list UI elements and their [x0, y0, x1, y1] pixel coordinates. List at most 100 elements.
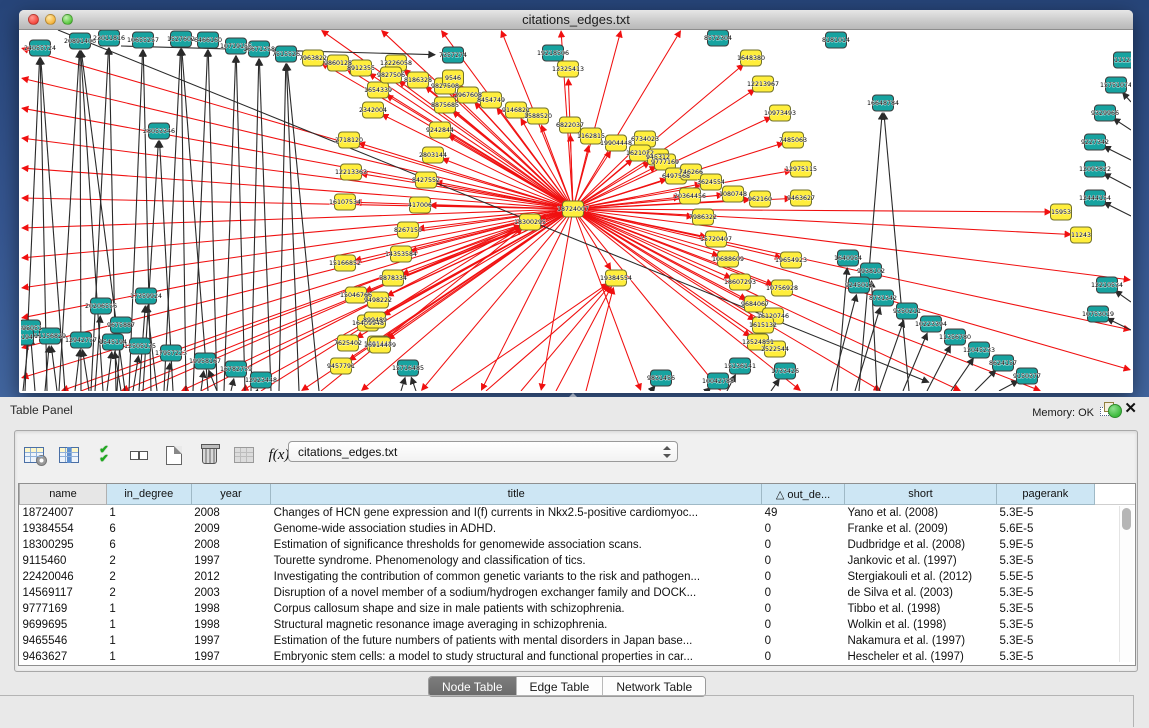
table-type-tabs[interactable]: Node TableEdge TableNetwork Table — [428, 676, 706, 697]
svg-text:12093822: 12093822 — [1079, 166, 1111, 173]
svg-text:8731342: 8731342 — [869, 295, 897, 302]
svg-text:14353584: 14353584 — [385, 251, 417, 258]
column-header-title[interactable]: title — [271, 484, 762, 505]
svg-text:15166852: 15166852 — [329, 260, 361, 267]
table-row[interactable]: 1872400712008Changes of HCN gene express… — [20, 505, 1135, 522]
svg-text:9457791: 9457791 — [327, 363, 355, 370]
svg-text:28053346: 28053346 — [143, 128, 175, 135]
tab-edge-table[interactable]: Edge Table — [517, 677, 604, 696]
tab-network-table[interactable]: Network Table — [603, 677, 705, 696]
svg-text:9675887: 9675887 — [107, 322, 135, 329]
network-canvas[interactable]: 2405572420891406230118161065525715276026… — [21, 30, 1131, 391]
svg-text:7485063: 7485063 — [779, 137, 807, 144]
table-panel-content: ✔✔ f(x) citations_edges.txt namein_degre… — [14, 430, 1138, 672]
svg-text:1640954: 1640954 — [834, 255, 862, 262]
svg-text:16120746: 16120746 — [757, 313, 789, 320]
svg-text:18724007: 18724007 — [557, 206, 589, 213]
svg-text:10973493: 10973493 — [764, 110, 796, 117]
column-header-pagerank[interactable]: pagerank — [997, 484, 1095, 505]
svg-text:12213363: 12213363 — [335, 169, 367, 176]
select-all-icon[interactable]: ✔✔ — [91, 442, 117, 468]
svg-text:20206556: 20206556 — [85, 303, 117, 310]
clear-selection-icon[interactable] — [126, 442, 152, 468]
svg-text:962160: 962160 — [748, 196, 772, 203]
svg-text:15953: 15953 — [1051, 209, 1071, 216]
svg-text:8427552: 8427552 — [412, 177, 440, 184]
svg-text:9245012: 9245012 — [845, 282, 873, 289]
table-scrollbar[interactable] — [1119, 506, 1133, 662]
table-row[interactable]: 1456911722003Disruption of a novel membe… — [20, 585, 1135, 601]
new-table-icon[interactable] — [161, 442, 187, 468]
tab-node-table[interactable]: Node Table — [429, 677, 517, 696]
select-columns-icon[interactable] — [56, 442, 82, 468]
application-desktop: citations_edges.txt 24055724 208914062301… — [0, 0, 1149, 397]
table-row[interactable]: 946554611997Estimation of the future num… — [20, 633, 1135, 649]
table-row[interactable]: 911546021997Tourette syndrome. Phenomeno… — [20, 553, 1135, 569]
svg-text:6466160: 6466160 — [194, 37, 222, 44]
table-settings-icon[interactable] — [21, 442, 47, 468]
svg-text:8181014: 8181014 — [822, 37, 850, 44]
column-header-year[interactable]: year — [191, 484, 270, 505]
scrollbar-thumb[interactable] — [1122, 508, 1131, 530]
svg-text:8186328: 8186328 — [404, 77, 432, 84]
table-row[interactable]: 969969511998Structural magnetic resonanc… — [20, 617, 1135, 633]
svg-text:16782759: 16782759 — [220, 366, 252, 373]
table-panel: Table Panel ✕ ✔✔ f(x) citations_edges.tx… — [0, 397, 1149, 727]
svg-text:1162815: 1162815 — [577, 133, 605, 140]
column-header-name[interactable]: name — [20, 484, 107, 505]
svg-text:7986322: 7986322 — [689, 214, 717, 221]
svg-text:20891406: 20891406 — [64, 38, 96, 45]
svg-text:23011816: 23011816 — [93, 35, 125, 42]
svg-text:9498222: 9498222 — [364, 297, 392, 304]
svg-text:12942757: 12942757 — [65, 337, 97, 344]
svg-text:12210534: 12210534 — [1091, 282, 1123, 289]
delete-table-icon[interactable] — [196, 442, 222, 468]
table-row[interactable]: 1938455462009Genome-wide association stu… — [20, 521, 1135, 537]
node-table[interactable]: namein_degreeyeartitle△ out_de...shortpa… — [18, 483, 1136, 666]
svg-text:17957223: 17957223 — [155, 350, 187, 357]
svg-text:10042788: 10042788 — [702, 378, 734, 385]
table-row[interactable]: 946362711997Embryonic stem cells: a mode… — [20, 649, 1135, 665]
import-table-icon — [231, 442, 257, 468]
svg-text:19218506: 19218506 — [537, 50, 569, 57]
svg-text:1654339: 1654339 — [364, 87, 392, 94]
svg-text:6822037: 6822037 — [556, 122, 584, 129]
svg-text:12923448: 12923448 — [245, 377, 277, 384]
svg-text:2718120: 2718120 — [335, 137, 363, 144]
column-header-in_degree[interactable]: in_degree — [106, 484, 191, 505]
svg-text:1527602: 1527602 — [167, 36, 195, 43]
svg-text:10753019: 10753019 — [1082, 311, 1114, 318]
network-view-window[interactable]: citations_edges.txt 24055724 208914062301… — [19, 10, 1133, 393]
svg-text:1588520: 1588520 — [524, 113, 552, 120]
svg-text:16914479: 16914479 — [364, 342, 396, 349]
column-header-short[interactable]: short — [844, 484, 996, 505]
table-selector-dropdown[interactable]: citations_edges.txt — [288, 441, 678, 462]
svg-text:12444154: 12444154 — [1079, 195, 1111, 202]
memory-status-indicator[interactable] — [1108, 404, 1122, 418]
window-titlebar[interactable]: citations_edges.txt — [19, 10, 1133, 30]
svg-text:24055724: 24055724 — [24, 45, 56, 52]
table-row[interactable]: 2242004622012Investigating the contribut… — [20, 569, 1135, 585]
table-row[interactable]: 977716911998Corpus callosum shape and si… — [20, 601, 1135, 617]
close-panel-icon[interactable]: ✕ — [1124, 402, 1137, 416]
svg-text:10688609: 10688609 — [712, 256, 744, 263]
svg-text:8267150: 8267150 — [394, 227, 422, 234]
dropdown-arrows-icon — [662, 445, 670, 459]
svg-text:10756928: 10756928 — [766, 285, 798, 292]
table-selector-value: citations_edges.txt — [298, 445, 397, 459]
svg-text:11156829: 11156829 — [34, 333, 66, 340]
svg-text:16671358: 16671358 — [243, 46, 275, 53]
svg-text:11243: 11243 — [1071, 232, 1091, 239]
svg-text:1080748: 1080748 — [719, 191, 747, 198]
svg-text:11123: 11123 — [1114, 57, 1131, 64]
svg-text:1545194: 1545194 — [99, 339, 127, 346]
svg-text:8572304: 8572304 — [704, 35, 732, 42]
svg-text:10223394: 10223394 — [915, 321, 947, 328]
svg-text:2803144: 2803144 — [419, 152, 447, 159]
network-graph-svg[interactable]: 2405572420891406230118161065525715276026… — [21, 30, 1131, 391]
svg-text:9684067: 9684067 — [741, 301, 769, 308]
table-header-row[interactable]: namein_degreeyeartitle△ out_de...shortpa… — [20, 484, 1135, 505]
table-row[interactable]: 1830029562008Estimation of significance … — [20, 537, 1135, 553]
column-header-out_degree[interactable]: △ out_de... — [762, 484, 845, 505]
status-bar — [0, 695, 1133, 728]
